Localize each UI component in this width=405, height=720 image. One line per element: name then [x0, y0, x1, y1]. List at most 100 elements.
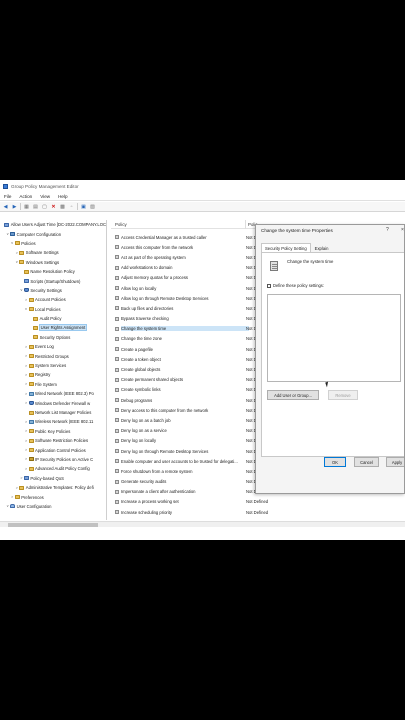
ok-button[interactable]: OK	[324, 457, 346, 467]
delete-icon[interactable]: ✕	[50, 203, 57, 210]
menu-view[interactable]: View	[40, 194, 50, 199]
chevron-down-icon[interactable]: v	[15, 260, 19, 264]
tree-item[interactable]: > Preferences	[1, 492, 106, 501]
forward-arrow-icon[interactable]: ▶	[11, 203, 18, 210]
policy-name: Allow log on through Remote Desktop Serv…	[121, 295, 209, 301]
chevron-right-icon[interactable]: >	[24, 401, 28, 405]
define-policy-checkbox[interactable]	[267, 283, 271, 288]
chevron-down-icon[interactable]: v	[6, 504, 10, 508]
users-groups-listbox[interactable]	[267, 294, 401, 382]
tree-item[interactable]: > File System	[1, 380, 106, 389]
chevron-right-icon[interactable]: >	[24, 373, 28, 377]
tree-item[interactable]: v Security Settings	[1, 286, 106, 295]
tree-item[interactable]: Network List Manager Policies	[1, 408, 106, 417]
chevron-right-icon[interactable]: >	[24, 354, 28, 358]
policy-name: Add workstations to domain	[121, 265, 173, 271]
tree-item-label: User Configuration	[16, 503, 52, 509]
folder-view-icon[interactable]: ▦	[23, 203, 30, 210]
chevron-right-icon[interactable]: >	[24, 467, 28, 471]
horizontal-scrollbar[interactable]	[0, 521, 405, 527]
tree-item[interactable]: > Application Control Policies	[1, 445, 106, 454]
tree-item[interactable]: > System Services	[1, 361, 106, 370]
add-user-or-group-button[interactable]: Add User or Group...	[267, 390, 319, 400]
tree-item[interactable]: v Windows Settings	[1, 258, 106, 267]
tree-item[interactable]: > Policy-based QoS	[1, 474, 106, 483]
tree-item[interactable]: Audit Policy	[1, 314, 106, 323]
help-icon[interactable]: ?	[386, 227, 389, 233]
back-arrow-icon[interactable]: ◀	[2, 203, 9, 210]
policy-row[interactable]: Load and unload device driversNot Define…	[111, 517, 405, 521]
policy-icon	[4, 222, 10, 227]
tree-item[interactable]: v User Configuration	[1, 502, 106, 511]
tree-item[interactable]: > Advanced Audit Policy Config	[1, 464, 106, 473]
properties-icon[interactable]: ▩	[59, 203, 66, 210]
tree-item[interactable]: > Wired Network (IEEE 802.3) Po	[1, 389, 106, 398]
chevron-right-icon[interactable]: >	[24, 364, 28, 368]
chevron-right-icon[interactable]: >	[24, 392, 28, 396]
tree-item-label: Preferences	[21, 494, 44, 500]
export-icon[interactable]: ▫	[68, 203, 75, 210]
define-policy-checkbox-row[interactable]: Define these policy settings:	[267, 283, 324, 288]
policy-icon	[115, 245, 119, 250]
chevron-right-icon[interactable]: >	[10, 495, 14, 499]
tree-item[interactable]: > Account Policies	[1, 295, 106, 304]
tree-item[interactable]: > IP Security Policies on Active C	[1, 455, 106, 464]
dialog-body: Change the system time Define these poli…	[261, 252, 404, 457]
tree-item[interactable]: Name Resolution Policy	[1, 267, 106, 276]
menu-action[interactable]: Action	[19, 194, 32, 199]
policy-icon	[115, 387, 119, 392]
chevron-right-icon[interactable]: >	[24, 345, 28, 349]
chevron-right-icon[interactable]: >	[15, 486, 19, 490]
tree-item[interactable]: > Wireless Network (IEEE 802.11	[1, 417, 106, 426]
cancel-button[interactable]: Cancel	[354, 457, 379, 467]
column-header-policy[interactable]: Policy	[115, 222, 127, 227]
close-icon[interactable]: ×	[401, 227, 404, 233]
chevron-right-icon[interactable]: >	[24, 457, 28, 461]
tree-item[interactable]: > Event Log	[1, 342, 106, 351]
tree-item[interactable]: > Software Restriction Policies	[1, 436, 106, 445]
apply-button[interactable]: Apply	[386, 457, 404, 467]
tree-view-icon[interactable]: ▤	[32, 203, 39, 210]
tree-item[interactable]: Scripts (Startup/Shutdown)	[1, 276, 106, 285]
tree-item[interactable]: Security Options	[1, 333, 106, 342]
menu-file[interactable]: File	[4, 194, 11, 199]
policy-name: Back up files and directories	[121, 305, 174, 311]
chevron-right-icon[interactable]: >	[24, 420, 28, 424]
chevron-right-icon[interactable]: >	[24, 448, 28, 452]
tree-item[interactable]: > Restricted Groups	[1, 351, 106, 360]
folder-icon	[14, 241, 20, 246]
tree-item[interactable]: > Windows Defender Firewall w	[1, 398, 106, 407]
menu-help[interactable]: Help	[58, 194, 67, 199]
tree-item[interactable]: > Registry	[1, 370, 106, 379]
chevron-down-icon[interactable]: v	[24, 307, 28, 311]
policy-row[interactable]: Increase scheduling priority Not Defined	[111, 507, 405, 517]
folder-icon	[28, 307, 34, 312]
tree-item[interactable]: User Rights Assignment	[1, 323, 106, 332]
tree-item[interactable]: > Software Settings	[1, 248, 106, 257]
chevron-right-icon[interactable]: >	[24, 298, 28, 302]
tree-item[interactable]: > Administrative Templates: Policy defi	[1, 483, 106, 492]
chevron-right-icon[interactable]: >	[15, 251, 19, 255]
chevron-right-icon[interactable]: >	[24, 439, 28, 443]
tree-item-label: Wired Network (IEEE 802.3) Po	[35, 391, 94, 397]
chevron-right-icon[interactable]: >	[24, 429, 28, 433]
chevron-right-icon[interactable]: >	[24, 382, 28, 386]
policy-row[interactable]: Increase a process working set Not Define…	[111, 497, 405, 507]
chevron-down-icon[interactable]: v	[6, 232, 10, 236]
cut-icon[interactable]: ▢	[41, 203, 48, 210]
help-icon[interactable]: ▣	[80, 203, 87, 210]
console-icon[interactable]: ▧	[89, 203, 96, 210]
tree-item[interactable]: > Public Key Policies	[1, 427, 106, 436]
chevron-right-icon[interactable]: >	[19, 476, 23, 480]
tree-item-label: Security Options	[39, 334, 71, 340]
tree-item[interactable]: v Policies	[1, 239, 106, 248]
scrollbar-thumb[interactable]	[8, 523, 98, 527]
tree-item[interactable]: Allow Users Adjust Time [DC-2022.COMPANY…	[1, 220, 106, 229]
tree-item[interactable]: v Computer Configuration	[1, 229, 106, 238]
remove-button[interactable]: Remove	[328, 390, 358, 400]
chevron-down-icon[interactable]: v	[10, 241, 14, 245]
chevron-down-icon[interactable]: v	[19, 288, 23, 292]
folder-icon	[28, 382, 34, 387]
tree-item-label: System Services	[35, 363, 67, 369]
tree-item[interactable]: v Local Policies	[1, 305, 106, 314]
